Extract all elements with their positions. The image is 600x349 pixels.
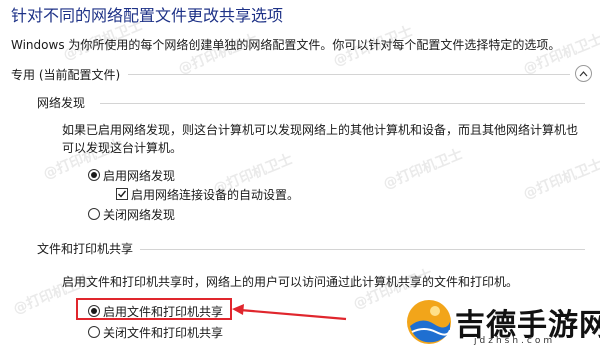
brand-logo-url: jdzhsh.com [474, 336, 556, 346]
network-discovery-header: 网络发现 [37, 96, 86, 110]
network-discovery-off-label[interactable]: 关闭网络发现 [103, 206, 175, 223]
collapse-section-button[interactable] [575, 65, 592, 82]
chevron-up-icon [579, 71, 588, 77]
watermark: @打印机卫士 [381, 146, 466, 193]
annotation-highlight-box [76, 298, 232, 320]
group-divider [140, 249, 585, 250]
file-printer-sharing-description: 启用文件和打印机共享时，网络上的用户可以访问通过此计算机共享的文件和打印机。 [62, 275, 519, 289]
file-printer-sharing-header: 文件和打印机共享 [37, 242, 134, 256]
network-discovery-off-radio[interactable] [88, 208, 100, 220]
page-title: 针对不同的网络配置文件更改共享选项 [11, 6, 284, 25]
file-printer-sharing-off-label[interactable]: 关闭文件和打印机共享 [103, 324, 223, 341]
watermark: @打印机卫士 [521, 156, 600, 203]
group-divider [100, 103, 585, 104]
profile-section-label: 专用 (当前配置文件) [11, 68, 121, 82]
checkmark-icon [118, 190, 127, 198]
file-printer-sharing-off-radio[interactable] [88, 326, 100, 338]
network-discovery-on-radio[interactable] [88, 169, 100, 181]
network-discovery-on-label[interactable]: 启用网络发现 [103, 167, 175, 184]
brand-logo-icon [407, 300, 451, 344]
network-discovery-description-2: 可以发现这台计算机。 [62, 141, 183, 155]
auto-setup-label[interactable]: 启用网络连接设备的自动设置。 [131, 186, 299, 203]
network-discovery-description-1: 如果已启用网络发现，则这台计算机可以发现网络上的其他计算机和设备，而且其他网络计… [62, 123, 579, 137]
annotation-arrow-icon [232, 304, 347, 321]
section-divider [128, 74, 570, 75]
auto-setup-checkbox[interactable] [116, 188, 128, 200]
page-description: Windows 为你所使用的每个网络创建单独的网络配置文件。你可以针对每个配置文… [11, 38, 561, 52]
